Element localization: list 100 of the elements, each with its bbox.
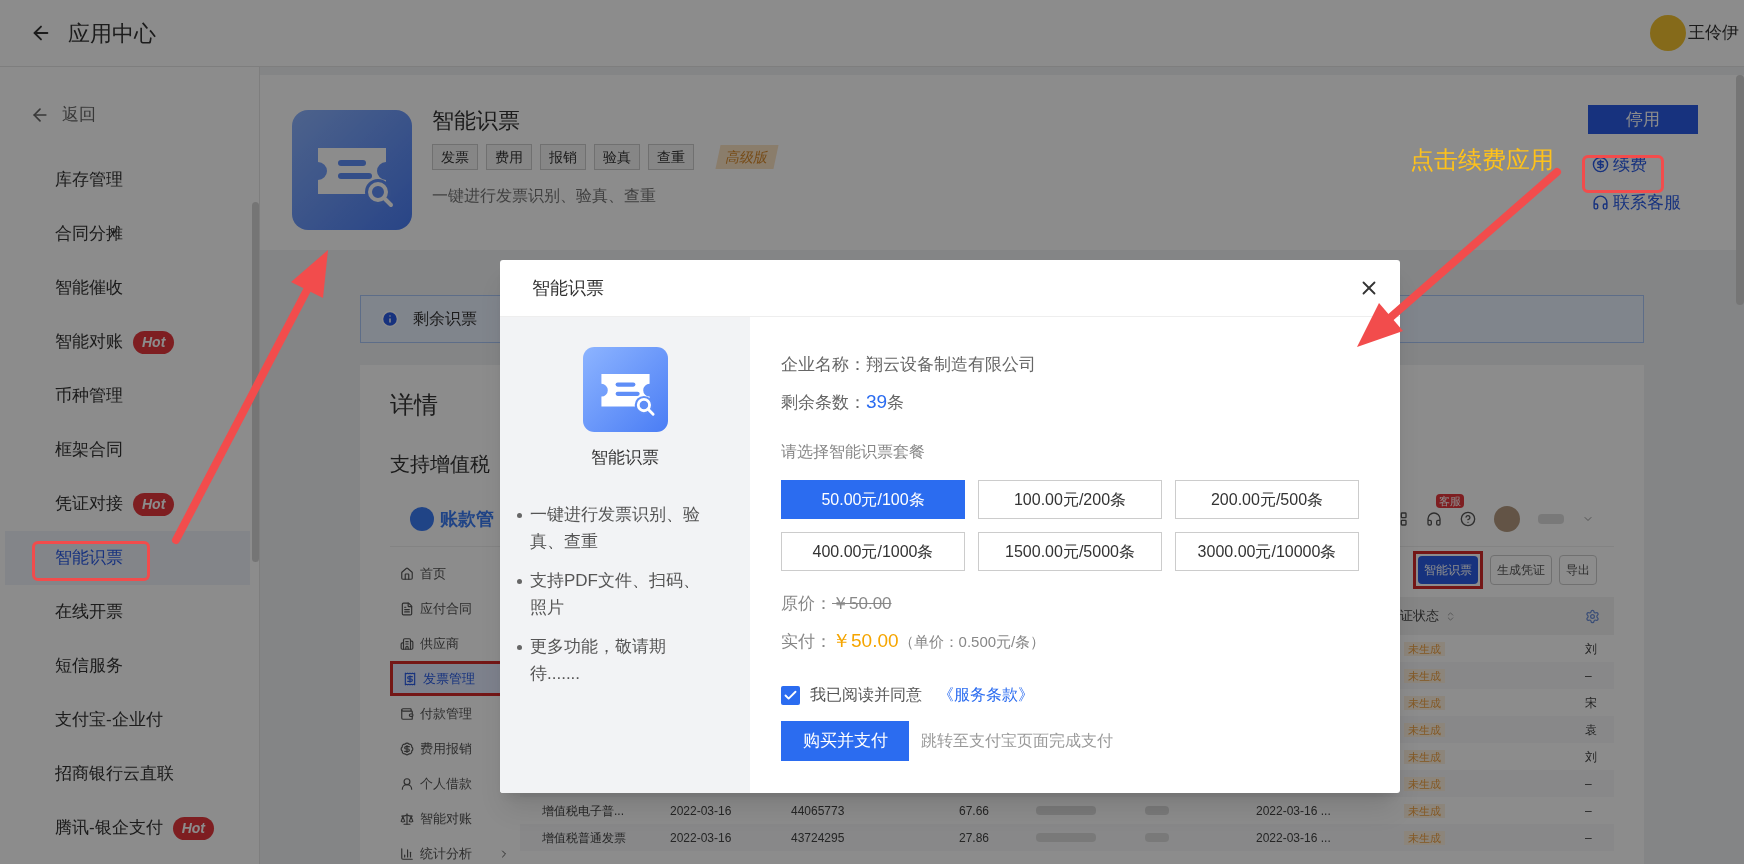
column-header[interactable]: 证状态 (1400, 606, 1439, 626)
back-link[interactable]: 返回 (62, 102, 96, 128)
page-title: 应用中心 (68, 19, 156, 48)
sidebar-item-label: 招商银行云直联 (55, 763, 174, 786)
sidebar-item-label: 支付宝-企业付 (55, 709, 163, 732)
feature-text: 一键进行发票识别、验真、查重 (530, 503, 701, 553)
nav-item[interactable]: 应付合同 (390, 591, 520, 626)
sidebar-item[interactable]: 在线开票 (5, 585, 250, 639)
plan-option[interactable]: 50.00元/100条 (781, 480, 965, 519)
settings-icon[interactable] (1585, 608, 1600, 624)
table-cell: 增值税电子普... (542, 803, 624, 818)
sidebar-item-label: 腾讯-银企支付 (55, 817, 163, 840)
table-cell: 2022-03-16 ... (1256, 830, 1331, 845)
field-label: 剩余条数： (781, 392, 866, 414)
plan-option[interactable]: 1500.00元/5000条 (978, 532, 1162, 571)
sidebar-item[interactable]: 短信服务 (5, 639, 250, 693)
nav-icon (400, 706, 414, 721)
nav-icon (400, 741, 414, 756)
support-badge: 客服 (1436, 494, 1464, 508)
status-tag: 未生成 (1404, 641, 1445, 656)
nav-icon (400, 846, 414, 861)
count-unit: 条 (887, 392, 905, 414)
table-cell: – (1585, 668, 1592, 683)
agree-checkbox[interactable] (781, 685, 800, 705)
field-label: 原价： (781, 593, 832, 615)
nav-icon (400, 776, 414, 791)
nav-item[interactable]: 费用报销 (390, 731, 520, 766)
nav-icon (400, 636, 414, 651)
pay-price: ￥50.00 (832, 629, 899, 653)
sidebar-item[interactable]: 腾讯-银企支付 Hot (5, 801, 250, 855)
headset-icon (1592, 193, 1609, 211)
sidebar-item-label: 合同分摊 (55, 223, 123, 246)
nav-icon (400, 811, 414, 826)
support-link[interactable]: 联系客服 (1592, 189, 1681, 215)
nav-label: 付款管理 (420, 704, 472, 723)
terms-link[interactable]: 《服务条款》 (938, 683, 1034, 707)
sidebar-item[interactable]: 币种管理 (5, 369, 250, 423)
nav-item[interactable]: 个人借款 (390, 766, 520, 801)
dialog-title: 智能识票 (532, 276, 604, 300)
toolbar-button[interactable]: 智能识票 (1418, 556, 1478, 584)
sidebar-item[interactable]: 库存管理 (5, 153, 250, 207)
bullet-icon (517, 512, 522, 518)
nav-item[interactable]: 供应商 (390, 626, 520, 661)
field-label: 实付： (781, 631, 832, 653)
sidebar-item-label: 币种管理 (55, 385, 123, 408)
table-cell: 增值税普通发票 (542, 830, 626, 845)
sidebar-item[interactable]: 智能催收 (5, 261, 250, 315)
tag: 报销 (540, 144, 586, 170)
tag: 查重 (648, 144, 694, 170)
nav-label: 供应商 (420, 634, 459, 653)
tag: 发票 (432, 144, 478, 170)
nav-item[interactable]: 智能对账 (390, 801, 520, 836)
disable-button[interactable]: 停用 (1588, 105, 1698, 134)
field-label: 企业名称： (781, 354, 866, 376)
buy-hint: 跳转至支付宝页面完成支付 (921, 731, 1113, 751)
plan-option[interactable]: 3000.00元/10000条 (1175, 532, 1359, 571)
intro-text: 支持增值税 (390, 452, 490, 477)
sidebar-item[interactable]: 框架合同 (5, 423, 250, 477)
original-price: ￥50.00 (832, 593, 892, 615)
sidebar-item[interactable]: 智能识票 (5, 531, 250, 585)
nav-label: 发票管理 (423, 669, 475, 688)
notice-text: 剩余识票 (413, 309, 477, 329)
status-tag: 未生成 (1404, 830, 1445, 845)
status-tag: 未生成 (1404, 668, 1445, 683)
nav-icon (400, 566, 414, 581)
plan-option[interactable]: 400.00元/1000条 (781, 532, 965, 571)
table-cell: 2022-03-16 ... (1256, 803, 1331, 818)
sidebar-item-label: 库存管理 (55, 169, 123, 192)
toolbar-button[interactable]: 导出 (1559, 555, 1597, 585)
sidebar-item-label: 智能对账 (55, 331, 123, 354)
nav-item[interactable]: 统计分析 (390, 836, 520, 864)
sidebar-item[interactable]: 招商银行云直联 (5, 747, 250, 801)
plan-option[interactable]: 200.00元/500条 (1175, 480, 1359, 519)
table-cell: – (1585, 803, 1592, 818)
status-tag: 未生成 (1404, 722, 1445, 737)
user-name[interactable]: 王伶伊 (1688, 20, 1739, 46)
company-name: 翔云设备制造有限公司 (866, 354, 1036, 376)
nav-item[interactable]: 付款管理 (390, 696, 520, 731)
logo-icon (410, 507, 434, 531)
nav-label: 统计分析 (420, 844, 472, 863)
section-title: 详情 (390, 390, 438, 420)
buy-button[interactable]: 购买并支付 (781, 721, 909, 761)
bullet-icon (517, 578, 522, 584)
tag: 费用 (486, 144, 532, 170)
sidebar-item-label: 在线开票 (55, 601, 123, 624)
sidebar-item[interactable]: 合同分摊 (5, 207, 250, 261)
plan-option[interactable]: 100.00元/200条 (978, 480, 1162, 519)
help-icon[interactable] (1460, 511, 1476, 527)
sidebar-item[interactable]: 凭证对接 Hot (5, 477, 250, 531)
avatar-icon[interactable] (1494, 506, 1520, 532)
sidebar-item[interactable]: 智能对账 Hot (5, 315, 250, 369)
feature-text: 支持PDF文件、扫码、照片 (530, 569, 701, 619)
hot-badge: Hot (172, 816, 214, 840)
nav-item[interactable]: 首页 (390, 556, 520, 591)
toolbar-button[interactable]: 生成凭证 (1490, 555, 1552, 585)
table-cell: 刘 (1585, 641, 1597, 656)
app-title: 智能识票 (432, 107, 521, 135)
sidebar-item[interactable]: 支付宝-企业付 (5, 693, 250, 747)
sidebar-item-label: 凭证对接 (55, 493, 123, 516)
headset-icon[interactable] (1426, 511, 1442, 527)
